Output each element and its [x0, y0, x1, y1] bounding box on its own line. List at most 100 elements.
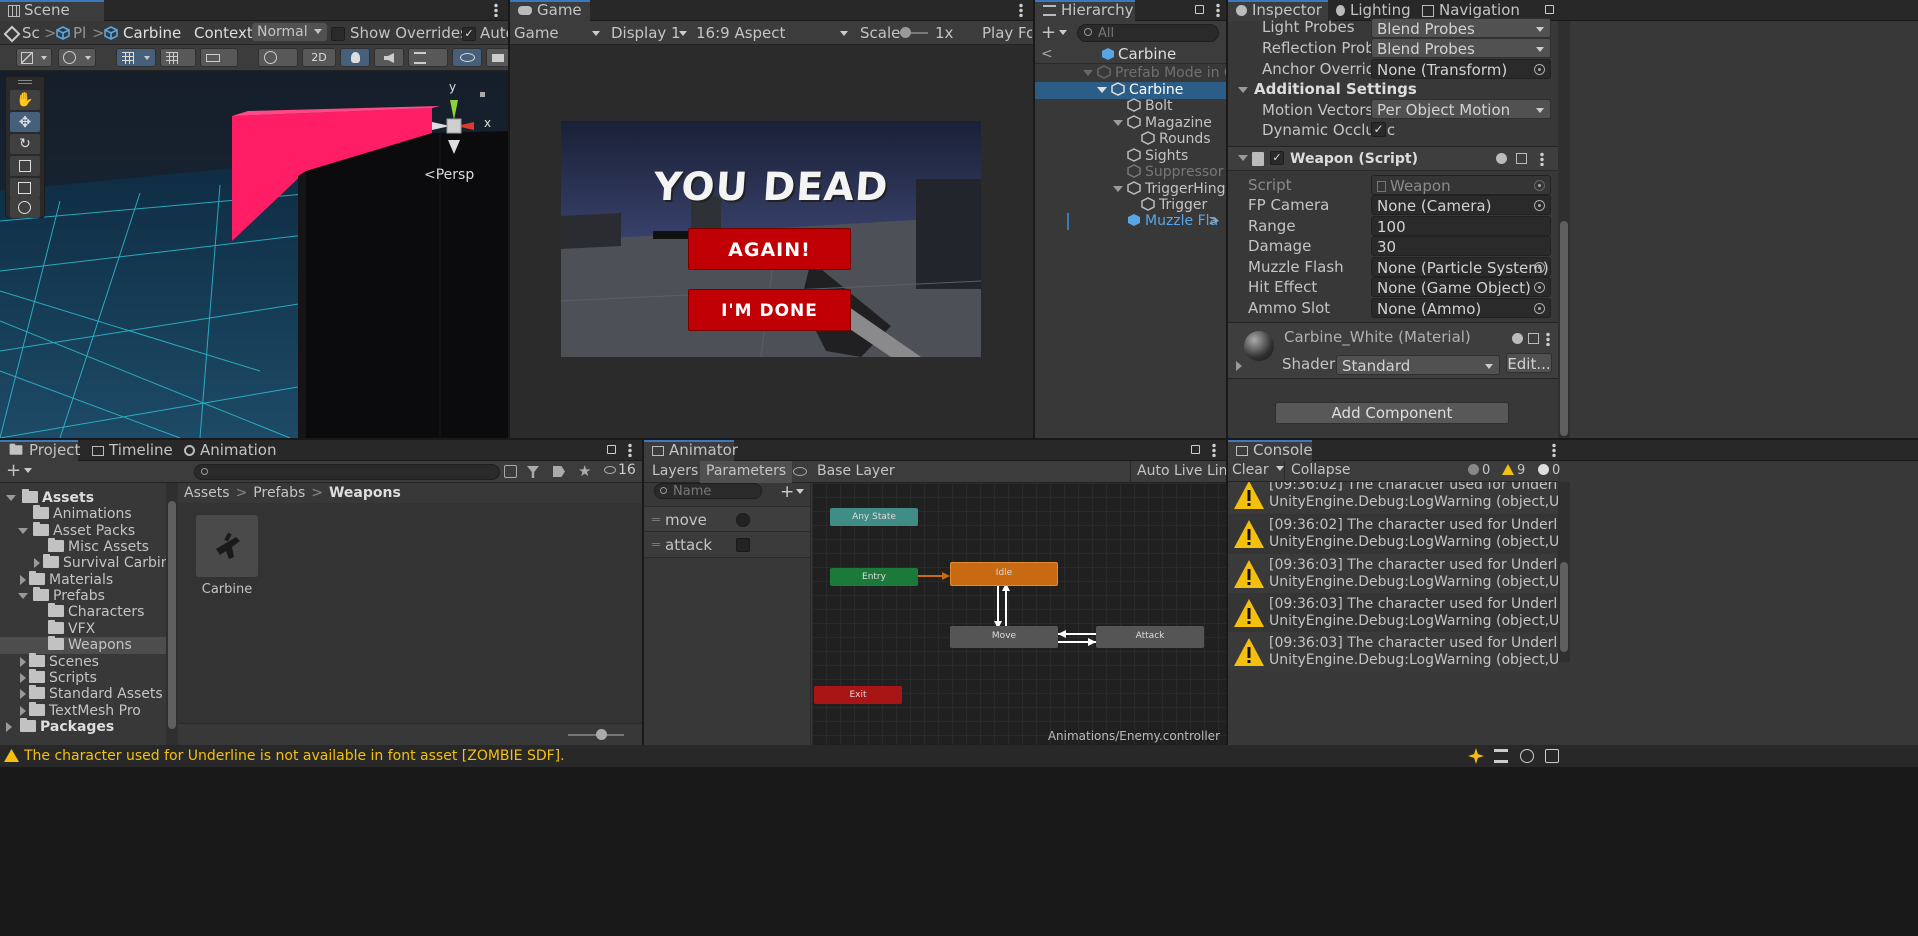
component-menu-icon[interactable] — [1540, 152, 1544, 166]
transform-tool-icon[interactable] — [10, 198, 40, 218]
exit-node[interactable]: Exit — [814, 686, 902, 704]
parameter-search[interactable]: Name — [654, 483, 762, 499]
tree-item[interactable]: Rounds — [1035, 131, 1226, 148]
tree-item[interactable]: Assets — [0, 489, 166, 507]
scrollbar-thumb[interactable] — [1560, 221, 1568, 436]
more-menu-icon[interactable] — [494, 3, 498, 17]
checkbox[interactable] — [331, 26, 345, 41]
help-icon[interactable] — [1512, 333, 1523, 344]
enabled-checkbox[interactable]: ✓ — [1270, 151, 1284, 165]
bool-checkbox[interactable] — [736, 538, 750, 552]
breadcrumb-scene[interactable]: Sc — [3, 22, 40, 44]
console-scrollbar[interactable] — [1558, 482, 1570, 662]
drag-handle-icon[interactable] — [652, 518, 660, 521]
preset-icon[interactable] — [1516, 153, 1527, 164]
dynamic-occlusion-checkbox[interactable]: ✓ — [1371, 122, 1386, 137]
breadcrumb-assets[interactable]: Assets — [184, 485, 230, 501]
error-count-toggle[interactable]: 0 — [1468, 461, 1490, 483]
help-icon[interactable] — [1496, 153, 1507, 164]
tree-item[interactable]: Materials — [0, 571, 166, 589]
motion-vectors-dropdown[interactable]: Per Object Motion — [1371, 99, 1551, 119]
eye-icon[interactable] — [793, 467, 807, 476]
scale-tool-icon[interactable] — [10, 156, 40, 176]
clear-button[interactable]: Clear — [1232, 461, 1284, 483]
object-picker-icon[interactable] — [1534, 303, 1545, 314]
increment-button[interactable] — [200, 48, 238, 67]
persp-label[interactable]: <Persp — [424, 167, 474, 183]
parameter-row[interactable]: attack — [644, 532, 810, 558]
object-picker-icon[interactable] — [1534, 200, 1545, 211]
checkbox-checked[interactable]: ✓ — [462, 26, 476, 41]
tree-item[interactable]: Characters — [0, 603, 166, 621]
scrollbar-thumb[interactable] — [1560, 562, 1568, 652]
ammo-slot-field[interactable]: None (Ammo) — [1371, 298, 1551, 318]
any-state-node[interactable]: Any State — [830, 508, 918, 526]
log-entry[interactable]: [09:36:03] The character used for Underl… — [1228, 554, 1558, 593]
inspector-scrollbar[interactable] — [1558, 21, 1570, 438]
asset-thumbnail[interactable] — [196, 515, 258, 577]
shader-edit-button[interactable]: Edit... — [1506, 353, 1552, 373]
tree-item[interactable]: Misc Assets — [0, 538, 166, 556]
back-arrow-icon[interactable]: < — [1041, 46, 1053, 62]
rect-tool-icon[interactable] — [10, 178, 40, 198]
muzzle-flash-field[interactable]: None (Particle System) — [1371, 257, 1551, 277]
expand-arrow-icon[interactable] — [1236, 361, 1242, 371]
auto-save-toggle[interactable]: ✓Auto — [462, 22, 508, 44]
object-picker-icon[interactable] — [1534, 262, 1545, 273]
grid-snap-button[interactable] — [116, 48, 156, 67]
lighting-toggle[interactable] — [340, 48, 370, 67]
damage-input[interactable]: 30 — [1371, 236, 1551, 256]
object-picker-icon[interactable] — [1534, 282, 1545, 293]
progress-icon[interactable] — [1545, 749, 1559, 763]
display-dropdown[interactable]: Display 1 — [611, 22, 687, 44]
audio-toggle[interactable] — [374, 48, 404, 67]
show-overrides-toggle[interactable]: Show Overrides — [331, 22, 468, 44]
chevron-right-icon[interactable]: > — [1208, 213, 1220, 230]
layers-tab[interactable]: Layers — [652, 461, 698, 483]
search-by-type-icon[interactable] — [504, 465, 517, 478]
idle-state-node[interactable]: Idle — [950, 562, 1058, 586]
hidden-objects-toggle[interactable] — [452, 48, 482, 67]
log-entry[interactable]: [09:36:03] The character used for Underl… — [1228, 632, 1558, 671]
breadcrumb-prefab[interactable]: Pl — [56, 22, 86, 44]
status-line[interactable]: The character used for Underline is not … — [0, 745, 1918, 767]
snap-increment-button[interactable] — [160, 48, 196, 67]
light-probes-dropdown[interactable]: Blend Probes — [1371, 18, 1551, 38]
tab-animation[interactable]: Animation — [176, 440, 286, 461]
play-focus-dropdown[interactable]: Play Foc — [982, 22, 1032, 44]
reflection-probes-dropdown[interactable]: Blend Probes — [1371, 38, 1551, 58]
animator-graph[interactable]: Any State Entry Idle Move Attack Exit An… — [812, 483, 1226, 745]
label-icon[interactable] — [553, 466, 565, 477]
thumbnail-size-slider[interactable] — [568, 729, 624, 740]
tab-game[interactable]: Game — [510, 0, 590, 21]
lock-icon[interactable] — [1545, 5, 1554, 14]
scrollbar-thumb[interactable] — [168, 501, 176, 729]
create-button[interactable]: + — [6, 461, 33, 483]
log-entry[interactable]: [09:36:02] The character used for Underl… — [1228, 482, 1558, 514]
tree-item[interactable]: Weapons — [0, 636, 166, 654]
log-entry[interactable]: [09:36:02] The character used for Underl… — [1228, 514, 1558, 554]
2d-toggle[interactable]: 2D — [302, 48, 336, 67]
debug-icon[interactable] — [1520, 749, 1534, 763]
base-layer-breadcrumb[interactable]: Base Layer — [817, 461, 895, 483]
drag-handle-icon[interactable] — [652, 543, 660, 546]
im-done-button[interactable]: I'M DONE — [688, 289, 851, 331]
scale-slider[interactable] — [900, 27, 928, 38]
range-input[interactable]: 100 — [1371, 216, 1551, 236]
breadcrumb-carbine[interactable]: Carbine — [104, 22, 181, 44]
breadcrumb-weapons[interactable]: Weapons — [329, 485, 401, 501]
move-tool-icon[interactable]: ✥ — [10, 112, 40, 132]
activity-icon[interactable] — [1468, 748, 1484, 764]
info-count-toggle[interactable]: 0 — [1538, 461, 1560, 483]
tree-item[interactable]: Magazine — [1035, 115, 1226, 132]
context-dropdown[interactable]: Normal — [252, 23, 327, 41]
component-menu-icon[interactable] — [1546, 332, 1550, 346]
cache-icon[interactable] — [1494, 749, 1508, 763]
lock-icon[interactable] — [1191, 445, 1200, 454]
tab-timeline[interactable]: Timeline — [84, 440, 183, 461]
tree-item[interactable]: Suppressor — [1035, 164, 1226, 181]
trigger-radio[interactable] — [736, 513, 750, 527]
parameter-row[interactable]: move — [644, 506, 810, 532]
draw-mode-dropdown[interactable] — [16, 48, 52, 67]
tree-item[interactable]: Scenes — [0, 653, 166, 671]
